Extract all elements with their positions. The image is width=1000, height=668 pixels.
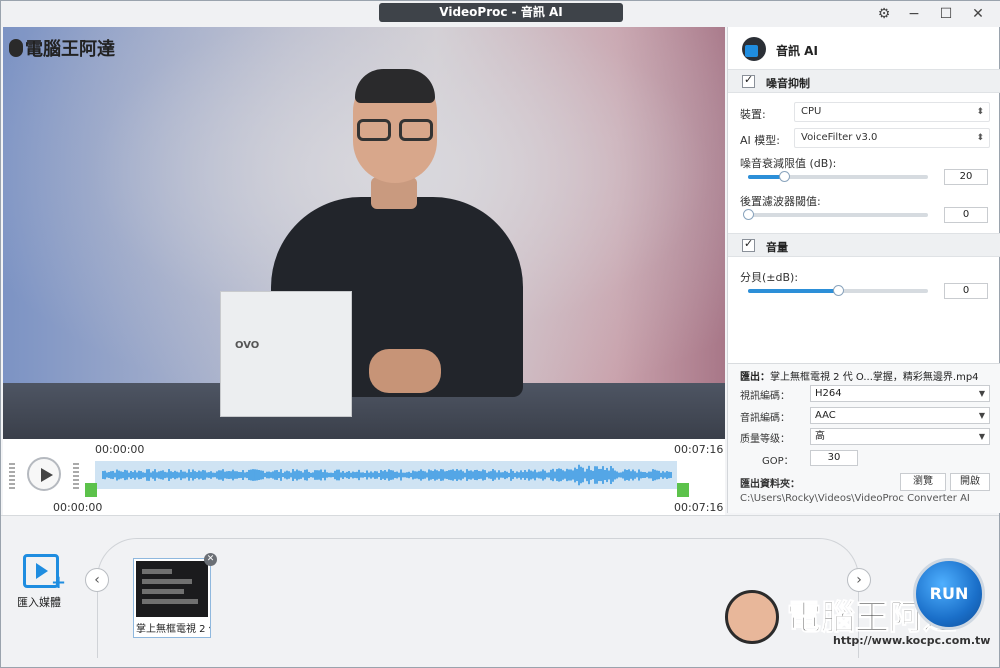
audio-codec-label: 音訊編碼： bbox=[740, 413, 790, 424]
window-title: VideoProc - 音訊 AI bbox=[379, 3, 623, 22]
postfilter-slider[interactable] bbox=[743, 209, 928, 220]
updown-icon: ⬍ bbox=[976, 133, 984, 143]
video-codec-label: 視訊編碼： bbox=[740, 391, 790, 402]
audio-codec-select[interactable]: AAC ▼ bbox=[810, 407, 990, 424]
glasses-right bbox=[399, 119, 433, 141]
export-filename[interactable]: 掌上無框電視 2 代 O...掌握，精彩無邊界.mp4 bbox=[770, 372, 979, 383]
trim-start-handle[interactable] bbox=[85, 483, 97, 497]
export-label: 匯出： bbox=[740, 372, 770, 383]
open-folder-button[interactable]: 開啟 bbox=[950, 473, 990, 491]
noise-suppression-section: ✓ 噪音抑制 bbox=[728, 69, 1000, 93]
chevron-down-icon: ▼ bbox=[978, 411, 985, 420]
threshold-input[interactable]: 20 bbox=[944, 169, 988, 185]
check-icon: ✓ bbox=[744, 237, 754, 250]
panel-title: 音訊 AI bbox=[776, 44, 818, 58]
watermark-text: 電腦王阿達 bbox=[25, 39, 115, 60]
watermark-url: http://www.kocpc.com.tw bbox=[833, 634, 991, 647]
trim-start-time: 00:00:00 bbox=[53, 501, 103, 514]
waveform-graphic bbox=[102, 464, 672, 486]
media-thumbnail[interactable]: 掌上無框電視 2 代 ✕ bbox=[133, 553, 217, 638]
ai-model-value: VoiceFilter v3.0 bbox=[801, 132, 878, 143]
postfilter-input[interactable]: 0 bbox=[944, 207, 988, 223]
close-icon[interactable]: ✕ bbox=[965, 4, 991, 24]
postfilter-slider-knob[interactable] bbox=[743, 209, 754, 220]
grip-handle-right[interactable] bbox=[73, 463, 79, 489]
presenter-hair bbox=[355, 69, 435, 103]
ai-model-label: AI 模型: bbox=[740, 134, 780, 147]
device-label: 裝置: bbox=[740, 108, 766, 121]
export-folder-path: C:\Users\Rocky\Videos\VideoProc Converte… bbox=[740, 493, 970, 504]
chevron-left-icon[interactable]: ‹ bbox=[85, 568, 109, 592]
threshold-label: 噪音衰減限值 (dB): bbox=[740, 157, 837, 170]
chevron-down-icon: ▼ bbox=[978, 389, 985, 398]
product-box: OVO bbox=[220, 291, 352, 417]
audio-waveform[interactable] bbox=[95, 461, 677, 489]
mascot-icon bbox=[9, 39, 23, 57]
presenter-hands bbox=[369, 349, 441, 393]
noise-suppression-checkbox[interactable]: ✓ bbox=[742, 73, 755, 88]
panel-header: 音訊 AI bbox=[728, 27, 1000, 69]
gear-icon[interactable]: ⚙ bbox=[871, 4, 897, 24]
device-value: CPU bbox=[801, 106, 822, 117]
grip-handle-left[interactable] bbox=[9, 463, 15, 489]
quality-value: 高 bbox=[815, 431, 825, 442]
audio-ai-icon bbox=[742, 37, 766, 61]
run-button[interactable]: RUN bbox=[913, 558, 985, 630]
mascot-icon bbox=[725, 590, 779, 644]
volume-checkbox[interactable]: ✓ bbox=[742, 237, 755, 252]
audio-ai-panel: 音訊 AI ✓ 噪音抑制 裝置: CPU ⬍ AI 模型: VoiceFilte… bbox=[727, 27, 1000, 513]
volume-section: ✓ 音量 bbox=[728, 233, 1000, 257]
device-select[interactable]: CPU ⬍ bbox=[794, 102, 990, 122]
maximize-icon[interactable]: ☐ bbox=[933, 4, 959, 24]
timeline-start-time: 00:00:00 bbox=[95, 443, 145, 456]
noise-suppression-title: 噪音抑制 bbox=[766, 77, 810, 90]
title-bar: VideoProc - 音訊 AI ⚙ − ☐ ✕ bbox=[1, 1, 1000, 27]
trim-end-time: 00:07:16 bbox=[674, 501, 724, 514]
plus-icon: + bbox=[51, 572, 67, 593]
db-label: 分貝(±dB): bbox=[740, 271, 799, 284]
watermark-logo: 電腦王阿達 bbox=[9, 35, 115, 61]
gop-input[interactable]: 30 bbox=[810, 450, 858, 466]
db-input[interactable]: 0 bbox=[944, 283, 988, 299]
export-settings: 匯出：掌上無框電視 2 代 O...掌握，精彩無邊界.mp4 視訊編碼： H26… bbox=[728, 363, 1000, 513]
timeline-end-time: 00:07:16 bbox=[674, 443, 724, 456]
export-folder-label: 匯出資料夾： bbox=[740, 479, 800, 490]
video-codec-select[interactable]: H264 ▼ bbox=[810, 385, 990, 402]
thumbnail-title: 掌上無框電視 2 代 bbox=[136, 624, 210, 635]
threshold-slider-knob[interactable] bbox=[779, 171, 790, 182]
import-media-label: 匯入媒體 bbox=[17, 596, 61, 609]
minimize-icon[interactable]: − bbox=[901, 4, 927, 24]
play-button[interactable] bbox=[27, 457, 61, 491]
export-filename-row: 匯出：掌上無框電視 2 代 O...掌握，精彩無邊界.mp4 bbox=[740, 368, 994, 383]
db-slider-knob[interactable] bbox=[833, 285, 844, 296]
postfilter-label: 後置濾波器閾值: bbox=[740, 195, 821, 208]
chevron-down-icon: ▼ bbox=[978, 432, 985, 441]
threshold-slider[interactable] bbox=[748, 171, 928, 182]
quality-label: 质量等级： bbox=[740, 434, 790, 445]
app-window: VideoProc - 音訊 AI ⚙ − ☐ ✕ OVO 電腦王阿達 00:0… bbox=[0, 0, 1000, 668]
remove-media-icon[interactable]: ✕ bbox=[204, 553, 217, 566]
volume-title: 音量 bbox=[766, 241, 788, 254]
audio-codec-value: AAC bbox=[815, 410, 836, 421]
video-preview[interactable]: OVO 電腦王阿達 bbox=[3, 27, 725, 439]
db-slider-fill bbox=[748, 289, 838, 293]
glasses-left bbox=[357, 119, 391, 141]
product-box-text: OVO bbox=[235, 340, 260, 351]
timeline: 00:00:00 00:07:16 00:00:00 00:07:16 bbox=[3, 439, 725, 515]
thumbnail-image bbox=[136, 561, 208, 617]
gop-label: GOP： bbox=[762, 456, 794, 467]
video-codec-value: H264 bbox=[815, 388, 842, 399]
quality-select[interactable]: 高 ▼ bbox=[810, 428, 990, 445]
chevron-right-icon[interactable]: › bbox=[847, 568, 871, 592]
db-slider[interactable] bbox=[748, 285, 928, 296]
updown-icon: ⬍ bbox=[976, 107, 984, 117]
check-icon: ✓ bbox=[744, 73, 754, 86]
play-icon bbox=[41, 468, 53, 482]
browse-button[interactable]: 瀏覽 bbox=[900, 473, 946, 491]
trim-end-handle[interactable] bbox=[677, 483, 689, 497]
media-strip: + 匯入媒體 ‹ › 掌上無框電視 2 代 ✕ 電腦王阿達 http://www… bbox=[1, 515, 999, 667]
ai-model-select[interactable]: VoiceFilter v3.0 ⬍ bbox=[794, 128, 990, 148]
